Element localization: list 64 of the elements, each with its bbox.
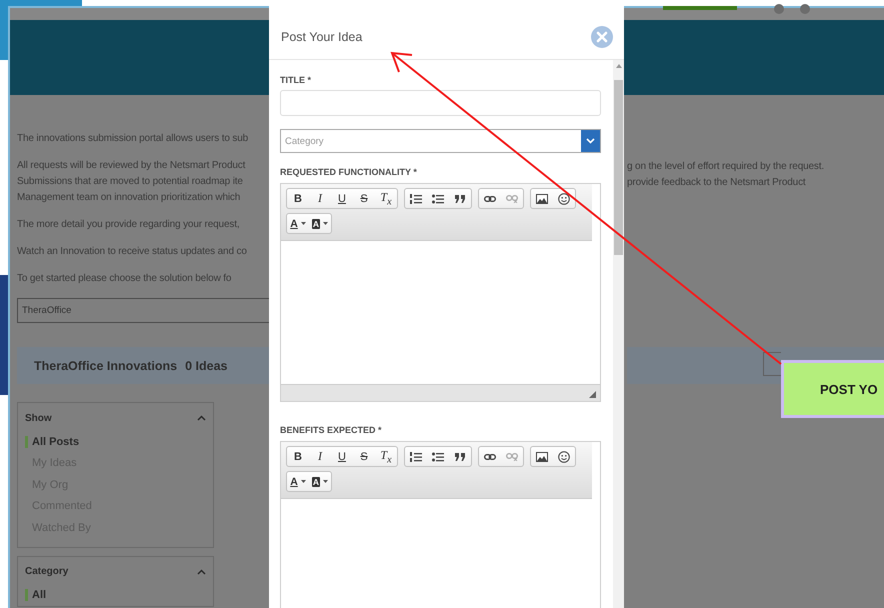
background-color-button[interactable]: A	[309, 214, 331, 233]
caret-icon	[323, 222, 328, 225]
text-color-button[interactable]: A	[287, 214, 309, 233]
quote-icon	[454, 452, 466, 460]
image-icon	[536, 194, 548, 204]
post-idea-button[interactable]: POST YO	[781, 360, 884, 418]
clear-format-button[interactable]: T$_{x}$	[375, 189, 397, 208]
intro-text: Management team on innovation prioritization which	[17, 191, 242, 205]
numbered-list-icon	[410, 452, 422, 462]
intro-text: To get started please choose the solution below fo	[17, 272, 232, 286]
image-icon	[536, 452, 548, 462]
filter-item[interactable]: All	[32, 589, 46, 602]
link-icon	[484, 196, 496, 202]
chevron-down-icon	[586, 138, 595, 144]
bullet-list-icon	[432, 452, 444, 462]
underline-button[interactable]: U	[331, 447, 353, 466]
strike-button[interactable]: S	[353, 189, 375, 208]
underline-button[interactable]: U	[331, 189, 353, 208]
circle-icon	[800, 4, 810, 14]
numbered-list-icon	[410, 194, 422, 204]
field-label: BENEFITS EXPECTED *	[280, 424, 383, 437]
dropdown-button[interactable]	[581, 130, 600, 152]
resize-grip-icon[interactable]	[589, 391, 596, 398]
filter-item[interactable]: All Posts	[32, 436, 80, 448]
intro-text: Watch an Innovation to receive status updates and co	[17, 245, 248, 259]
scrollbar-thumb[interactable]	[614, 80, 623, 255]
background-color-button[interactable]: A	[309, 472, 331, 491]
idea-count: 0 Ideas	[185, 358, 228, 372]
clear-format-button[interactable]: T$_{x}$	[375, 447, 397, 466]
innovations-title: TheraOffice Innovations	[34, 358, 178, 372]
bold-button[interactable]: B	[287, 447, 309, 466]
caret-icon	[300, 480, 306, 483]
intro-text: All requests will be reviewed by the Netsmart Product	[17, 159, 246, 173]
field-label: REQUESTED FUNCTIONALITY *	[280, 166, 418, 179]
chevron-up-icon[interactable]	[197, 568, 206, 574]
intro-text: The innovations submission portal allows users to sub	[17, 132, 250, 146]
rich-text-editor[interactable]: B I U S T$_{x}$ A A	[280, 183, 601, 402]
circle-icon	[774, 4, 784, 14]
panel-title: Show	[25, 412, 52, 424]
intro-text: provide feedback to the Netsmart Product	[627, 176, 807, 190]
panel-title: Category	[25, 566, 68, 577]
field-label: TITLE *	[280, 74, 312, 87]
rich-text-editor[interactable]: B I U S T$_{x}$ A A	[280, 441, 601, 608]
intro-text: g on the level of effort required by the request.	[627, 160, 826, 174]
text-color-button[interactable]: A	[287, 472, 309, 491]
caret-icon	[323, 480, 328, 483]
unlink-icon	[506, 194, 518, 202]
dialog-title: Post Your Idea	[281, 30, 362, 44]
chevron-up-icon[interactable]	[197, 415, 206, 421]
title-input[interactable]	[280, 90, 601, 116]
caret-icon	[300, 222, 306, 225]
italic-button[interactable]: I	[309, 189, 331, 208]
italic-button[interactable]: I	[309, 447, 331, 466]
scrollbar[interactable]	[613, 60, 624, 608]
strike-button[interactable]: S	[353, 447, 375, 466]
bold-button[interactable]: B	[287, 189, 309, 208]
bullet-list-icon	[432, 194, 444, 204]
intro-text: The more detail you provide regarding your request,	[17, 218, 240, 232]
smiley-icon	[558, 450, 570, 462]
unlink-icon	[506, 452, 518, 460]
quote-icon	[454, 194, 466, 202]
link-icon	[484, 454, 496, 460]
smiley-icon	[558, 192, 570, 204]
intro-text: Submissions that are moved to potential roadmap ite	[17, 175, 244, 189]
